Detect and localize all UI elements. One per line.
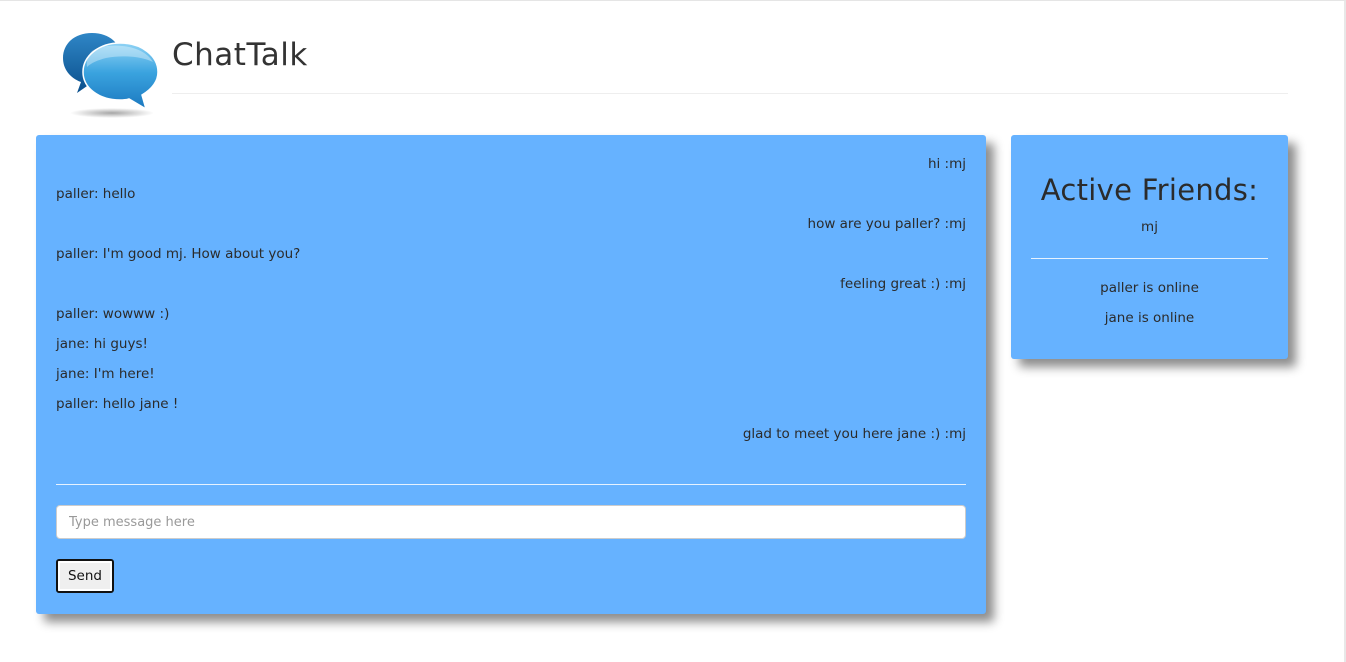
message: paller: hello jane ! xyxy=(56,389,966,419)
chat-panel: hi :mj paller: hello how are you paller?… xyxy=(36,135,986,614)
app-title: ChatTalk xyxy=(172,37,308,73)
speech-bubbles-icon xyxy=(63,33,159,118)
message: paller: I'm good mj. How about you? xyxy=(56,239,966,269)
message: hi :mj xyxy=(56,149,966,179)
friend-status-item: jane is online xyxy=(1104,310,1195,326)
header-divider xyxy=(172,93,1288,94)
message-list: hi :mj paller: hello how are you paller?… xyxy=(56,149,966,479)
active-friends-panel: Active Friends: mj paller is online jane… xyxy=(1011,135,1288,359)
page: ChatTalk hi :mj paller: hello how are yo… xyxy=(0,0,1346,662)
message-text: paller: hello jane ! xyxy=(56,396,179,412)
message: jane: hi guys! xyxy=(56,329,966,359)
message-text: how are you paller? :mj xyxy=(807,216,966,232)
message-input[interactable] xyxy=(56,505,966,539)
message-text: paller: wowww :) xyxy=(56,306,170,322)
message: how are you paller? :mj xyxy=(56,209,966,239)
message: paller: wowww :) xyxy=(56,299,966,329)
message-text: paller: hello xyxy=(56,186,136,202)
message-text: jane: hi guys! xyxy=(56,336,148,352)
message: jane: I'm here! xyxy=(56,359,966,389)
message-text: hi :mj xyxy=(927,156,966,172)
friend-status-item: paller is online xyxy=(1100,280,1199,296)
message: glad to meet you here jane :) :mj xyxy=(56,419,966,449)
message-text: jane: I'm here! xyxy=(56,366,155,382)
send-button[interactable]: Send xyxy=(56,559,114,593)
active-friends-title: Active Friends: xyxy=(1040,173,1259,207)
message: paller: hello xyxy=(56,179,966,209)
chat-divider xyxy=(56,484,966,485)
message-text: feeling great :) :mj xyxy=(840,276,966,292)
message-text: paller: I'm good mj. How about you? xyxy=(56,246,301,262)
header: ChatTalk xyxy=(60,29,1288,119)
friends-divider xyxy=(1031,258,1268,259)
message: feeling great :) :mj xyxy=(56,269,966,299)
current-user: mj xyxy=(1141,219,1158,235)
message-text: glad to meet you here jane :) :mj xyxy=(742,426,966,442)
